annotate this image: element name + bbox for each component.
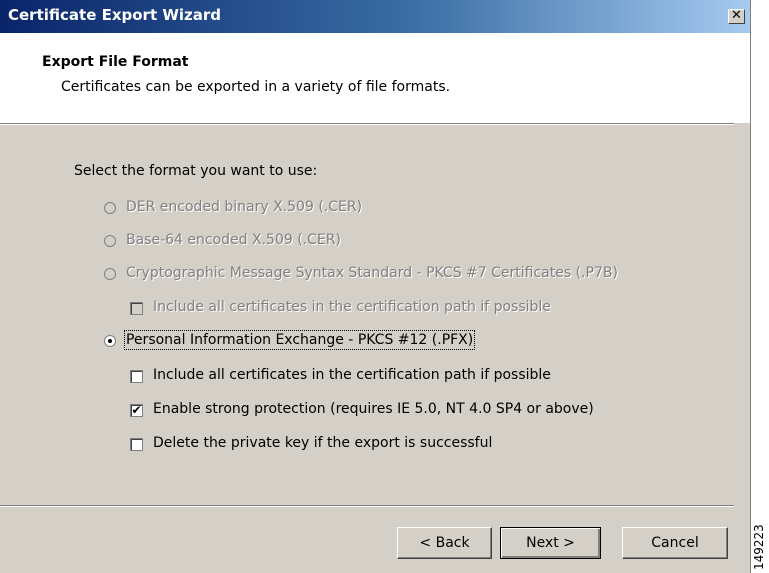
next-button[interactable]: Next > xyxy=(500,527,601,559)
cancel-button[interactable]: Cancel xyxy=(622,527,728,559)
checkbox-delete-private-key[interactable] xyxy=(130,438,143,451)
checkbox-pkcs7-include-label: Include all certificates in the certific… xyxy=(153,299,551,315)
radio-dot-icon xyxy=(108,339,112,343)
close-button[interactable]: ✕ xyxy=(728,9,745,24)
footer-divider xyxy=(0,505,734,507)
radio-pkcs7[interactable] xyxy=(104,268,116,280)
checkbox-delete-private-key-label: Delete the private key if the export is … xyxy=(153,435,493,451)
checkbox-strong-protection-label: Enable strong protection (requires IE 5.… xyxy=(153,401,594,417)
checkbox-strong-protection[interactable]: ✔ xyxy=(130,404,143,417)
radio-pkcs7-label: Cryptographic Message Syntax Standard - … xyxy=(126,265,618,281)
radio-pfx[interactable] xyxy=(104,335,116,347)
page-title: Export File Format xyxy=(42,54,189,70)
wizard-header: Export File Format Certificates can be e… xyxy=(0,33,750,123)
title-bar[interactable]: Certificate Export Wizard ✕ xyxy=(0,0,750,33)
checkbox-pfx-include[interactable] xyxy=(130,370,143,383)
close-icon: ✕ xyxy=(731,8,742,23)
header-divider xyxy=(0,123,734,125)
radio-base64-label: Base-64 encoded X.509 (.CER) xyxy=(126,232,341,248)
radio-der-label: DER encoded binary X.509 (.CER) xyxy=(126,199,363,215)
radio-base64[interactable] xyxy=(104,235,116,247)
back-button[interactable]: < Back xyxy=(397,527,492,559)
certificate-export-wizard-dialog: Certificate Export Wizard ✕ Export File … xyxy=(0,0,751,573)
checkbox-pkcs7-include[interactable] xyxy=(130,302,143,315)
checkbox-pfx-include-label: Include all certificates in the certific… xyxy=(153,367,551,383)
radio-pfx-label: Personal Information Exchange - PKCS #12… xyxy=(123,330,476,350)
page-subtitle: Certificates can be exported in a variet… xyxy=(61,79,451,95)
radio-der[interactable] xyxy=(104,202,116,214)
checkmark-icon: ✔ xyxy=(131,403,142,417)
figure-id: 149223 xyxy=(752,524,766,570)
window-title: Certificate Export Wizard xyxy=(8,6,222,24)
format-prompt: Select the format you want to use: xyxy=(74,163,318,179)
